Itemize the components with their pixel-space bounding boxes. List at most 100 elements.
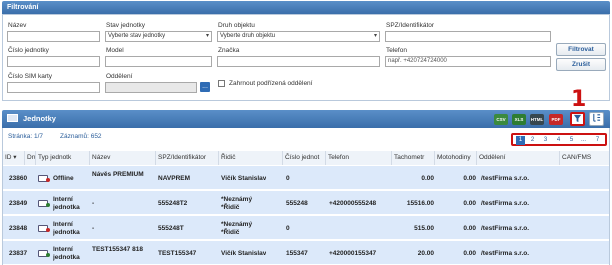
cell-spz: 555248T2 (158, 200, 188, 207)
table-row[interactable]: 23849 Interní jednotka - 555248T2 *Nezná… (3, 191, 609, 215)
table-row[interactable]: 23837 Interní jednotka TEST155347 818 TE… (3, 241, 609, 265)
cell-nazev: - (92, 200, 95, 207)
znacka-input[interactable] (217, 56, 380, 67)
zahrnout-checkbox[interactable] (218, 80, 225, 87)
cislo-label: Číslo jednotky (8, 47, 49, 54)
pagination: 1 2 3 4 5 ... 7 (511, 133, 607, 146)
model-input[interactable] (105, 56, 212, 67)
cell-typ: Interní jednotka (53, 221, 80, 236)
cell-ridic: *Neznámý *Řidič (221, 196, 253, 211)
cell-oddeleni: /testFirma s.r.o. (481, 225, 530, 232)
cell-motohodiny: 0.00 (463, 250, 476, 257)
filter-panel-title: Filtrování (7, 4, 39, 11)
cell-typ: Offline (53, 175, 74, 182)
col-cislo[interactable]: Číslo jednot (283, 151, 326, 165)
col-motohodiny[interactable]: Motohodiny (435, 151, 477, 165)
model-label: Model (106, 47, 124, 54)
cell-id: 23848 (9, 225, 28, 232)
cell-motohodiny: 0.00 (463, 200, 476, 207)
annotation-marker-1: 1 (571, 87, 587, 112)
table-row[interactable]: 23860 Offline Návěs PREMIUM NAVPREM Vičí… (3, 166, 609, 190)
vehicle-status-icon (38, 200, 50, 207)
vehicle-status-icon (38, 250, 50, 257)
cell-tachometr: 0.00 (421, 175, 434, 182)
zahrnout-label: Zahrnout podřízená oddělení (229, 80, 313, 87)
oddeleni-picker-button[interactable]: ... (200, 82, 210, 92)
page-3[interactable]: 3 (541, 136, 550, 145)
cell-ridic: Vičík Stanislav (221, 250, 267, 257)
export-pdf-icon[interactable]: PDF (549, 114, 563, 125)
cell-tachometr: 20.00 (417, 250, 434, 257)
cell-spz: TEST155347 (158, 250, 197, 257)
cell-cislo: 0 (286, 175, 290, 182)
cell-id: 23837 (9, 250, 28, 257)
cell-motohodiny: 0.00 (463, 225, 476, 232)
cell-id: 23849 (9, 200, 28, 207)
filter-icon (573, 114, 582, 123)
nazev-input[interactable] (7, 31, 100, 42)
export-xls-icon[interactable]: XLS (512, 114, 526, 125)
vehicle-status-icon (38, 175, 50, 182)
stav-label: Stav jednotky (106, 22, 146, 29)
export-html-icon[interactable]: HTML (530, 114, 544, 125)
cell-typ: Interní jednotka (53, 246, 80, 261)
col-canfms[interactable]: CAN/FMS (560, 151, 609, 165)
page-4[interactable]: 4 (554, 136, 563, 145)
cell-telefon: +420000555248 (329, 200, 377, 207)
filter-toggle-button[interactable] (570, 112, 585, 126)
page-1[interactable]: 1 (516, 136, 525, 145)
table-row[interactable]: 23848 Interní jednotka - 555248T *Neznám… (3, 216, 609, 240)
col-spz[interactable]: SPZ/Identifikátor (156, 151, 219, 165)
cell-nazev: TEST155347 818 (92, 246, 143, 253)
col-oddeleni[interactable]: Oddělení (477, 151, 560, 165)
spz-label: SPZ/Identifikátor (386, 22, 435, 29)
page-7[interactable]: 7 (593, 136, 602, 145)
cell-oddeleni: /testFirma s.r.o. (481, 175, 530, 182)
col-druh[interactable]: Dru (25, 151, 36, 165)
cell-nazev: Návěs PREMIUM (92, 171, 144, 178)
columns-icon (593, 113, 601, 122)
list-icon (7, 114, 18, 122)
col-nazev[interactable]: Název (90, 151, 156, 165)
cell-tachometr: 15516.00 (406, 200, 434, 207)
filter-panel-header: Filtrování (2, 1, 610, 14)
spz-input[interactable] (385, 31, 551, 42)
export-csv-icon[interactable]: CSV (494, 114, 508, 125)
cell-oddeleni: /testFirma s.r.o. (481, 250, 530, 257)
cell-cislo: 0 (286, 225, 290, 232)
page-5[interactable]: 5 (567, 136, 576, 145)
cell-ridic: Vičík Stanislav (221, 175, 267, 182)
oddeleni-label: Oddělení (106, 73, 133, 80)
columns-button[interactable] (589, 112, 604, 126)
cell-tachometr: 515.00 (414, 225, 434, 232)
vehicle-status-icon (38, 225, 50, 232)
col-typ[interactable]: Typ jednotk (36, 151, 90, 165)
col-id[interactable]: ID ▾ (3, 151, 25, 165)
col-ridic[interactable]: Řidič (219, 151, 283, 165)
sim-label: Číslo SIM karty (8, 73, 53, 80)
znacka-label: Značka (218, 47, 240, 54)
grid-panel-title: Jednotky (23, 114, 56, 123)
stav-select[interactable]: Vyberte stav jednotky (105, 31, 212, 42)
oddeleni-input (105, 82, 197, 93)
page-info: Stránka: 1/7 (8, 133, 44, 140)
col-tachometr[interactable]: Tachometr (392, 151, 435, 165)
cell-cislo: 555248 (286, 200, 308, 207)
filter-button[interactable]: Filtrovat (556, 43, 606, 56)
druh-select[interactable]: Vyberte druh objektu (217, 31, 380, 42)
cell-spz: NAVPREM (158, 175, 191, 182)
telefon-input[interactable]: např. +420724724000 (385, 56, 551, 67)
druh-label: Druh objektu (218, 22, 255, 29)
cislo-input[interactable] (7, 56, 100, 67)
cell-id: 23860 (9, 175, 28, 182)
cell-typ: Interní jednotka (53, 196, 80, 211)
cell-oddeleni: /testFirma s.r.o. (481, 200, 530, 207)
cell-ridic: *Neznámý *Řidič (221, 221, 253, 236)
sim-input[interactable] (7, 82, 100, 93)
cell-motohodiny: 0.00 (463, 175, 476, 182)
page-2[interactable]: 2 (528, 136, 537, 145)
reset-button[interactable]: Zrušit (556, 58, 606, 71)
records-info: Záznamů: 652 (60, 133, 102, 140)
cell-nazev: - (92, 225, 95, 232)
col-telefon[interactable]: Telefon (326, 151, 392, 165)
